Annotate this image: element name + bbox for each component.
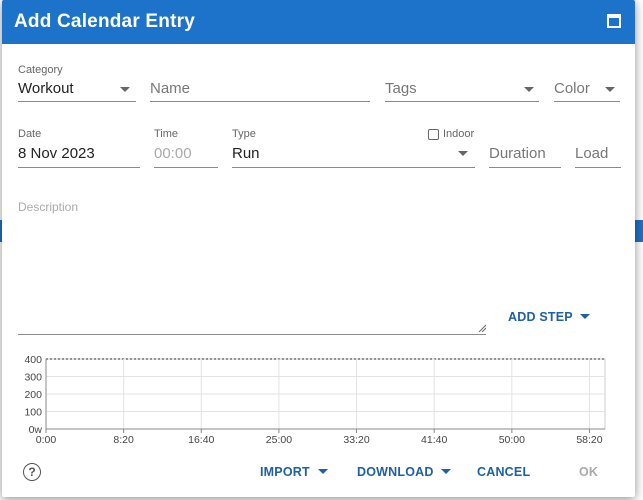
chart-x-tick-label: 33:20 xyxy=(343,434,369,446)
chart-y-tick-label: 200 xyxy=(24,389,42,401)
chart-x-tick-label: 8:20 xyxy=(113,434,134,446)
chevron-down-icon xyxy=(441,469,452,474)
chart-y-tick-label: 400 xyxy=(24,354,42,366)
background-page-band xyxy=(635,220,643,242)
cancel-button[interactable]: CANCEL xyxy=(477,465,530,479)
import-button[interactable]: IMPORT xyxy=(260,465,328,479)
chart-x-tick-label: 58:20 xyxy=(576,434,602,446)
download-button[interactable]: DOWNLOAD xyxy=(357,465,452,479)
chart-y-tick-label: 300 xyxy=(24,372,42,384)
add-calendar-entry-dialog: Add Calendar Entry Category Workout Name… xyxy=(2,0,635,497)
chart-x-tick-label: 25:00 xyxy=(266,434,292,446)
chart-x-tick-label: 16:40 xyxy=(188,434,214,446)
ok-button[interactable]: OK xyxy=(579,465,598,479)
import-label: IMPORT xyxy=(260,465,310,479)
chart-x-tick-label: 41:40 xyxy=(421,434,447,446)
workout-power-chart: 0w1002003004000:00 8:20 16:40 25:00 33:20 41:… xyxy=(24,354,606,446)
chevron-down-icon xyxy=(317,469,328,474)
help-icon[interactable]: ? xyxy=(23,463,41,481)
chart-y-tick-label: 100 xyxy=(24,407,42,419)
chart-x-tick-label: 0:00 xyxy=(36,434,57,446)
chart-x-tick-label: 50:00 xyxy=(499,434,525,446)
download-label: DOWNLOAD xyxy=(357,465,434,479)
